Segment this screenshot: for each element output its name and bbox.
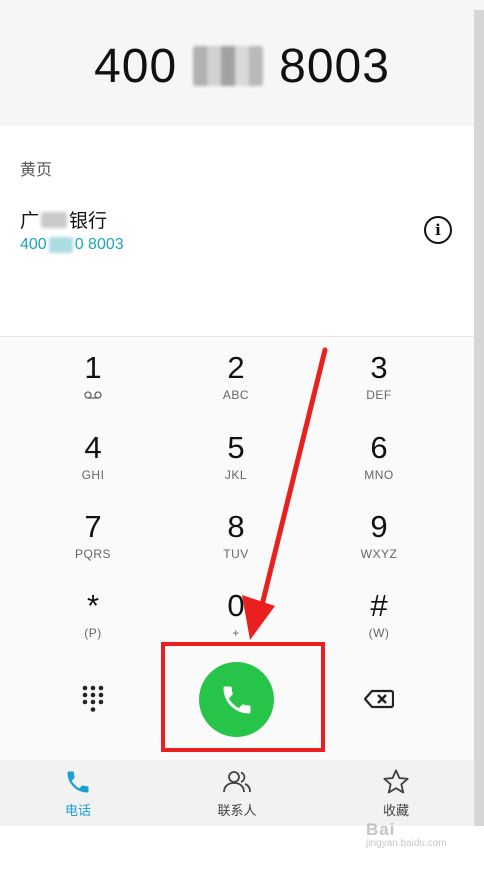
backspace-button[interactable]: [362, 686, 396, 712]
key-letters: (P): [84, 626, 102, 640]
key-digit: 1: [84, 350, 102, 385]
key-digit: 2: [227, 350, 245, 385]
dialed-number-display: 400 8003: [0, 10, 484, 122]
key-letters: WXYZ: [360, 547, 398, 561]
screen-edge: [474, 10, 484, 826]
redacted-name-part: [41, 211, 68, 228]
key-letters: (W): [368, 626, 390, 640]
key-7[interactable]: 7 PQRS: [23, 500, 163, 578]
tab-label: 联系人: [217, 803, 257, 818]
bottom-navigation: 电话 联系人 收藏: [0, 760, 474, 826]
voicemail-icon: [84, 391, 102, 399]
yellow-pages-result-number[interactable]: 400 0 8003: [20, 236, 124, 254]
key-1[interactable]: 1: [23, 341, 163, 419]
star-icon: [383, 769, 409, 794]
key-5[interactable]: 5 JKL: [166, 421, 306, 499]
key-star[interactable]: * (P): [23, 579, 163, 657]
dialed-number-prefix: 400: [94, 39, 178, 93]
key-hash[interactable]: # (W): [309, 579, 449, 657]
key-letters: JKL: [224, 468, 248, 482]
status-bar: [0, 0, 484, 10]
key-letters: TUV: [223, 547, 249, 561]
tab-phone[interactable]: 电话: [28, 768, 128, 824]
watermark: Bai jingyan.baidu.com: [366, 820, 447, 849]
contacts-icon: [223, 771, 251, 793]
dialpad-icon: [82, 685, 104, 712]
key-letters: DEF: [366, 388, 392, 402]
key-digit: 8: [227, 509, 245, 544]
tab-favorites[interactable]: 收藏: [346, 768, 446, 824]
key-digit: 3: [370, 350, 388, 385]
dialed-number-suffix: 8003: [279, 39, 390, 93]
result-number-suffix: 0 8003: [74, 236, 124, 253]
key-letters: +: [232, 626, 240, 640]
yellow-pages-panel: 黄页 广 银行 400 0 8003 i: [0, 126, 474, 336]
watermark-subtext: jingyan.baidu.com: [366, 838, 447, 849]
key-letters: PQRS: [74, 547, 111, 561]
key-8[interactable]: 8 TUV: [166, 500, 306, 578]
result-name-suffix: 银行: [69, 211, 108, 232]
dialpad-toggle-button[interactable]: [80, 684, 106, 714]
annotation-highlight-box: [161, 642, 325, 752]
key-2[interactable]: 2 ABC: [166, 341, 306, 419]
key-digit: 5: [227, 430, 245, 465]
dialed-number: 400 8003: [94, 39, 390, 94]
info-icon[interactable]: i: [424, 216, 452, 244]
result-name-prefix: 广: [20, 211, 40, 232]
key-digit: 4: [84, 430, 102, 465]
tab-contacts[interactable]: 联系人: [187, 768, 287, 824]
key-digit: *: [86, 588, 100, 623]
key-digit: 6: [370, 430, 388, 465]
tab-label: 电话: [64, 803, 91, 818]
key-9[interactable]: 9 WXYZ: [309, 500, 449, 578]
key-digit: #: [370, 588, 388, 623]
redacted-number-part: [48, 237, 73, 253]
key-digit: 0: [227, 588, 245, 623]
yellow-pages-header: 黄页: [20, 162, 53, 179]
key-letters: MNO: [364, 468, 394, 482]
key-4[interactable]: 4 GHI: [23, 421, 163, 499]
backspace-icon: [364, 689, 394, 709]
key-digit: 7: [84, 509, 102, 544]
key-6[interactable]: 6 MNO: [309, 421, 449, 499]
key-letters: GHI: [81, 468, 105, 482]
phone-icon: [67, 771, 89, 793]
redacted-digits: [193, 46, 264, 86]
watermark-text: Bai: [366, 820, 396, 839]
key-digit: 9: [370, 509, 388, 544]
key-letters: ABC: [222, 388, 250, 402]
tab-label: 收藏: [382, 803, 409, 818]
key-3[interactable]: 3 DEF: [309, 341, 449, 419]
yellow-pages-result-name[interactable]: 广 银行: [20, 206, 107, 233]
result-number-prefix: 400: [20, 236, 47, 253]
